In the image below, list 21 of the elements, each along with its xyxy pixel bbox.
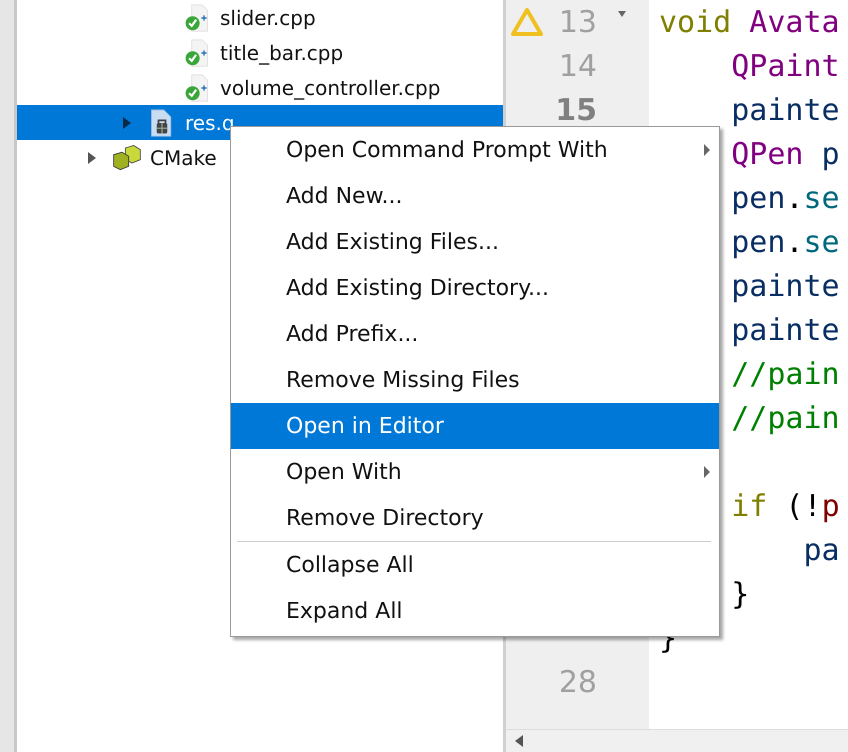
line-number: 13 (558, 4, 597, 40)
line-number: 28 (558, 664, 597, 700)
file-name: CMake (150, 146, 217, 170)
file-name: title_bar.cpp (220, 40, 344, 64)
line-number: 15 (555, 92, 597, 128)
code-line: pen.se (730, 226, 840, 258)
code-line: QPen p (730, 138, 840, 170)
code-line: //pain (730, 402, 840, 434)
code-line: if (!p (730, 490, 840, 522)
code-line: void Avata (659, 6, 840, 38)
line-number: 14 (558, 48, 597, 84)
code-line: painte (730, 314, 840, 346)
file-name: volume_controller.cpp (220, 76, 440, 100)
code-line: painte (730, 270, 840, 302)
code-line: pa (802, 534, 840, 566)
code-line: QPaint (730, 50, 840, 82)
file-name: slider.cpp (220, 6, 316, 30)
code-line: } (730, 578, 750, 610)
code-line: painte (730, 94, 840, 126)
code-line: //pain (730, 358, 840, 390)
code-line: pen.se (730, 182, 840, 214)
